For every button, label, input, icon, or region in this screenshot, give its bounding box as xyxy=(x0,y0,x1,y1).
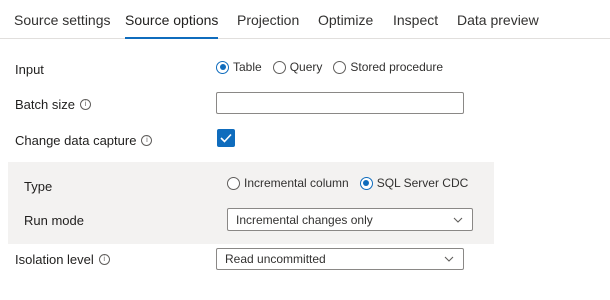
info-icon[interactable]: i xyxy=(79,99,91,110)
input-radio-group: Table Query Stored procedure xyxy=(216,60,454,74)
radio-circle xyxy=(333,60,347,74)
chevron-down-icon xyxy=(444,256,454,262)
isolation-level-value: Read uncommitted xyxy=(225,252,326,266)
cdc-label-row: Change data capture i xyxy=(15,133,153,148)
radio-label: SQL Server CDC xyxy=(376,176,469,190)
radio-table[interactable]: Table xyxy=(216,60,262,74)
checkmark-icon xyxy=(220,133,232,143)
isolation-level-label-row: Isolation level i xyxy=(15,252,110,267)
chevron-down-icon xyxy=(453,217,463,223)
radio-circle xyxy=(227,176,240,190)
type-label: Type xyxy=(24,179,53,194)
radio-incremental-column[interactable]: Incremental column xyxy=(227,176,349,190)
radio-query[interactable]: Query xyxy=(272,60,323,74)
radio-label: Table xyxy=(233,60,262,74)
radio-circle xyxy=(216,60,229,74)
run-mode-label: Run mode xyxy=(24,213,84,228)
isolation-level-label: Isolation level xyxy=(15,252,94,267)
tab-inspect[interactable]: Inspect xyxy=(393,0,438,38)
run-mode-dropdown[interactable]: Incremental changes only xyxy=(227,208,473,231)
radio-sql-server-cdc[interactable]: SQL Server CDC xyxy=(359,176,469,190)
tab-projection[interactable]: Projection xyxy=(237,0,299,38)
change-data-capture-label: Change data capture xyxy=(15,133,137,148)
tab-bar: Source settings Source options Projectio… xyxy=(0,0,610,39)
radio-label: Stored procedure xyxy=(350,60,444,74)
isolation-level-dropdown[interactable]: Read uncommitted xyxy=(216,248,464,270)
tab-data-preview[interactable]: Data preview xyxy=(457,0,539,38)
tab-source-settings[interactable]: Source settings xyxy=(14,0,111,38)
radio-stored-procedure[interactable]: Stored procedure xyxy=(333,60,443,74)
radio-label: Incremental column xyxy=(244,176,349,190)
run-mode-value: Incremental changes only xyxy=(236,212,373,227)
radio-circle xyxy=(272,60,286,74)
type-radio-group: Incremental column SQL Server CDC xyxy=(227,176,479,190)
tab-source-options[interactable]: Source options xyxy=(125,0,219,39)
radio-circle xyxy=(359,176,373,190)
tab-optimize[interactable]: Optimize xyxy=(318,0,373,38)
input-label: Input xyxy=(15,62,44,77)
radio-label: Query xyxy=(289,60,323,74)
batch-size-label-row: Batch size i xyxy=(15,97,91,112)
change-data-capture-checkbox[interactable] xyxy=(217,129,235,147)
batch-size-label: Batch size xyxy=(15,97,75,112)
info-icon[interactable]: i xyxy=(98,254,110,265)
info-icon[interactable]: i xyxy=(141,135,153,146)
batch-size-input[interactable] xyxy=(216,92,464,114)
cdc-options-panel xyxy=(8,162,494,244)
